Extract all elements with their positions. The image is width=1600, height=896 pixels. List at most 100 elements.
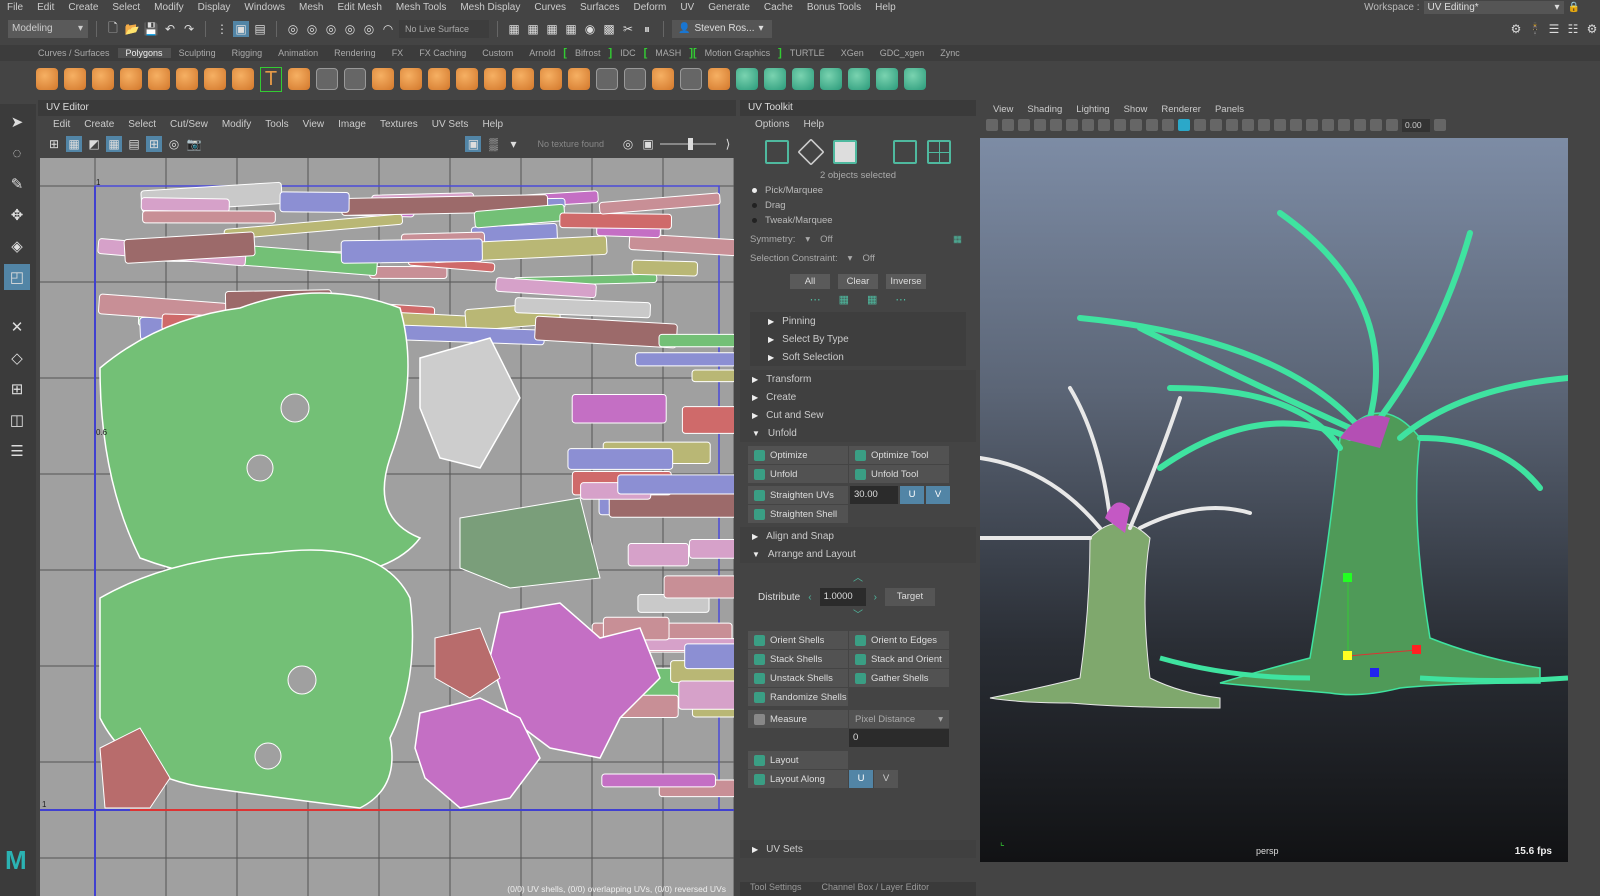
select-tool-icon[interactable]: ➤ [4, 109, 30, 135]
shelf-tab-zync[interactable]: Zync [932, 48, 968, 58]
workspace-dropdown[interactable]: UV Editing* [1423, 1, 1564, 14]
section-pinning[interactable]: ▶ Pinning [750, 312, 966, 330]
optimize-tool-button[interactable]: Optimize Tool [849, 446, 949, 464]
shelf-tab-polygons[interactable]: Polygons [117, 48, 171, 58]
anti-aliasing-icon[interactable] [1306, 119, 1318, 131]
optimize-button[interactable]: Optimize [748, 446, 848, 464]
uv-menu-view[interactable]: View [296, 119, 332, 130]
screen-space-ao-icon[interactable] [1274, 119, 1286, 131]
bevel-icon[interactable] [568, 68, 590, 90]
shelf-tab-bifrost[interactable]: Bifrost [567, 48, 609, 58]
toolkit-menu-help[interactable]: Help [796, 119, 831, 130]
menu-select[interactable]: Select [105, 2, 147, 13]
exposure-icon[interactable] [1386, 119, 1398, 131]
inverse-button[interactable]: Inverse [886, 274, 926, 289]
redo-icon[interactable]: ↷ [181, 21, 197, 37]
undo-icon[interactable]: ↶ [162, 21, 178, 37]
poly-plane-icon[interactable] [148, 68, 170, 90]
stack-shells-button[interactable]: Stack Shells [748, 650, 848, 668]
mode-tweak-marquee[interactable]: Tweak/Marquee [752, 215, 976, 226]
vp-menu-panels[interactable]: Panels [1208, 104, 1251, 115]
poly-cylinder-icon[interactable] [92, 68, 114, 90]
select-hierarchy-icon[interactable]: ⋮ [214, 21, 230, 37]
modeling-toolkit-icon[interactable]: ⚙ [1508, 21, 1524, 37]
distribute-right-icon[interactable]: › [874, 592, 877, 603]
cylindrical-mapping-icon[interactable] [792, 68, 814, 90]
shelf-tab-sculpting[interactable]: Sculpting [171, 48, 224, 58]
menu-mesh-display[interactable]: Mesh Display [453, 2, 527, 13]
shelf-tab-arnold[interactable]: Arnold [521, 48, 563, 58]
menu-cache[interactable]: Cache [757, 2, 800, 13]
uv-menu-image[interactable]: Image [331, 119, 373, 130]
vp-menu-show[interactable]: Show [1117, 104, 1155, 115]
render-view-icon[interactable]: ▦ [506, 21, 522, 37]
shrink-selection-icon[interactable]: ⋯ [810, 293, 821, 306]
xray-icon[interactable] [1338, 119, 1350, 131]
menu-edit-mesh[interactable]: Edit Mesh [330, 2, 388, 13]
automatic-mapping-icon[interactable] [764, 68, 786, 90]
shelf-tab-rigging[interactable]: Rigging [224, 48, 271, 58]
measure-value-field[interactable]: 0 [849, 729, 949, 747]
menu-create[interactable]: Create [61, 2, 105, 13]
mirror-icon[interactable] [372, 68, 394, 90]
isolate-select-icon[interactable] [1322, 119, 1334, 131]
grow-region-icon[interactable]: ▦ [867, 293, 877, 306]
grease-pencil-icon[interactable] [1050, 119, 1062, 131]
vp-menu-view[interactable]: View [986, 104, 1020, 115]
ipr-render-icon[interactable]: ▦ [544, 21, 560, 37]
shelf-tab-idc[interactable]: IDC [612, 48, 644, 58]
section-arrange-and-layout[interactable]: ▼ Arrange and Layout [740, 545, 976, 563]
layout-u-toggle[interactable]: U [849, 770, 873, 788]
menu-mesh[interactable]: Mesh [292, 2, 330, 13]
measure-button[interactable]: Measure [748, 710, 848, 728]
shelf-tab-rendering[interactable]: Rendering [326, 48, 384, 58]
snapshot-icon[interactable]: 📷 [186, 136, 202, 152]
tool-settings-icon[interactable]: ☷ [1565, 21, 1581, 37]
shell-mode-icon[interactable] [833, 140, 857, 164]
gather-shells-button[interactable]: Gather Shells [849, 669, 949, 687]
chevron-down-icon[interactable]: ▾ [805, 234, 810, 245]
shelf-tab-xgen[interactable]: XGen [833, 48, 872, 58]
uv-mode-icon[interactable] [765, 140, 789, 164]
textured-icon[interactable] [1226, 119, 1238, 131]
target-weld-icon[interactable] [680, 68, 702, 90]
xray-joints-icon[interactable] [1354, 119, 1366, 131]
single-pane-icon[interactable]: ◇ [4, 345, 30, 371]
motion-blur-icon[interactable] [1290, 119, 1302, 131]
four-pane-icon[interactable]: ⊞ [4, 376, 30, 402]
target-button[interactable]: Target [884, 588, 935, 606]
menu-file[interactable]: File [0, 2, 30, 13]
straighten-v-toggle[interactable]: V [926, 486, 950, 504]
remesh-icon[interactable] [456, 68, 478, 90]
safe-action-icon[interactable] [1146, 119, 1158, 131]
section-uv-sets[interactable]: ▶ UV Sets [740, 840, 976, 858]
rotate-tool-icon[interactable]: ◈ [4, 233, 30, 259]
tab-tool-settings[interactable]: Tool Settings [750, 882, 802, 896]
grid-display-icon[interactable]: ⊞ [146, 136, 162, 152]
merge-icon[interactable] [708, 68, 730, 90]
film-gate-icon[interactable] [1082, 119, 1094, 131]
edge-mode-icon[interactable] [797, 138, 825, 166]
snap-curve-icon[interactable]: ◎ [304, 21, 320, 37]
camera-mapping-icon[interactable] [848, 68, 870, 90]
layout-along-button[interactable]: Layout Along [748, 770, 848, 788]
image-display-icon[interactable]: ▣ [640, 136, 656, 152]
hypershade-icon[interactable]: ◉ [582, 21, 598, 37]
light-editor-icon[interactable]: ✂ [620, 21, 636, 37]
shelf-tab-animation[interactable]: Animation [270, 48, 326, 58]
shaded-uv-icon[interactable]: ▦ [66, 136, 82, 152]
vp-menu-lighting[interactable]: Lighting [1069, 104, 1116, 115]
poly-pyramid-icon[interactable] [204, 68, 226, 90]
vp-menu-renderer[interactable]: Renderer [1154, 104, 1208, 115]
smooth-shade-icon[interactable] [1178, 119, 1190, 131]
uv-shell-select-icon[interactable] [893, 140, 917, 164]
select-all-button[interactable]: All [790, 274, 830, 289]
channel-box-icon[interactable]: ⚙ [1584, 21, 1600, 37]
save-scene-icon[interactable]: 💾 [143, 21, 159, 37]
straighten-uvs-button[interactable]: Straighten UVs [748, 486, 848, 504]
face-mode-icon[interactable] [927, 140, 951, 164]
extrude-icon[interactable] [512, 68, 534, 90]
shelf-tab-custom[interactable]: Custom [474, 48, 521, 58]
menu-bonus-tools[interactable]: Bonus Tools [800, 2, 868, 13]
bookmark-icon[interactable] [1018, 119, 1030, 131]
